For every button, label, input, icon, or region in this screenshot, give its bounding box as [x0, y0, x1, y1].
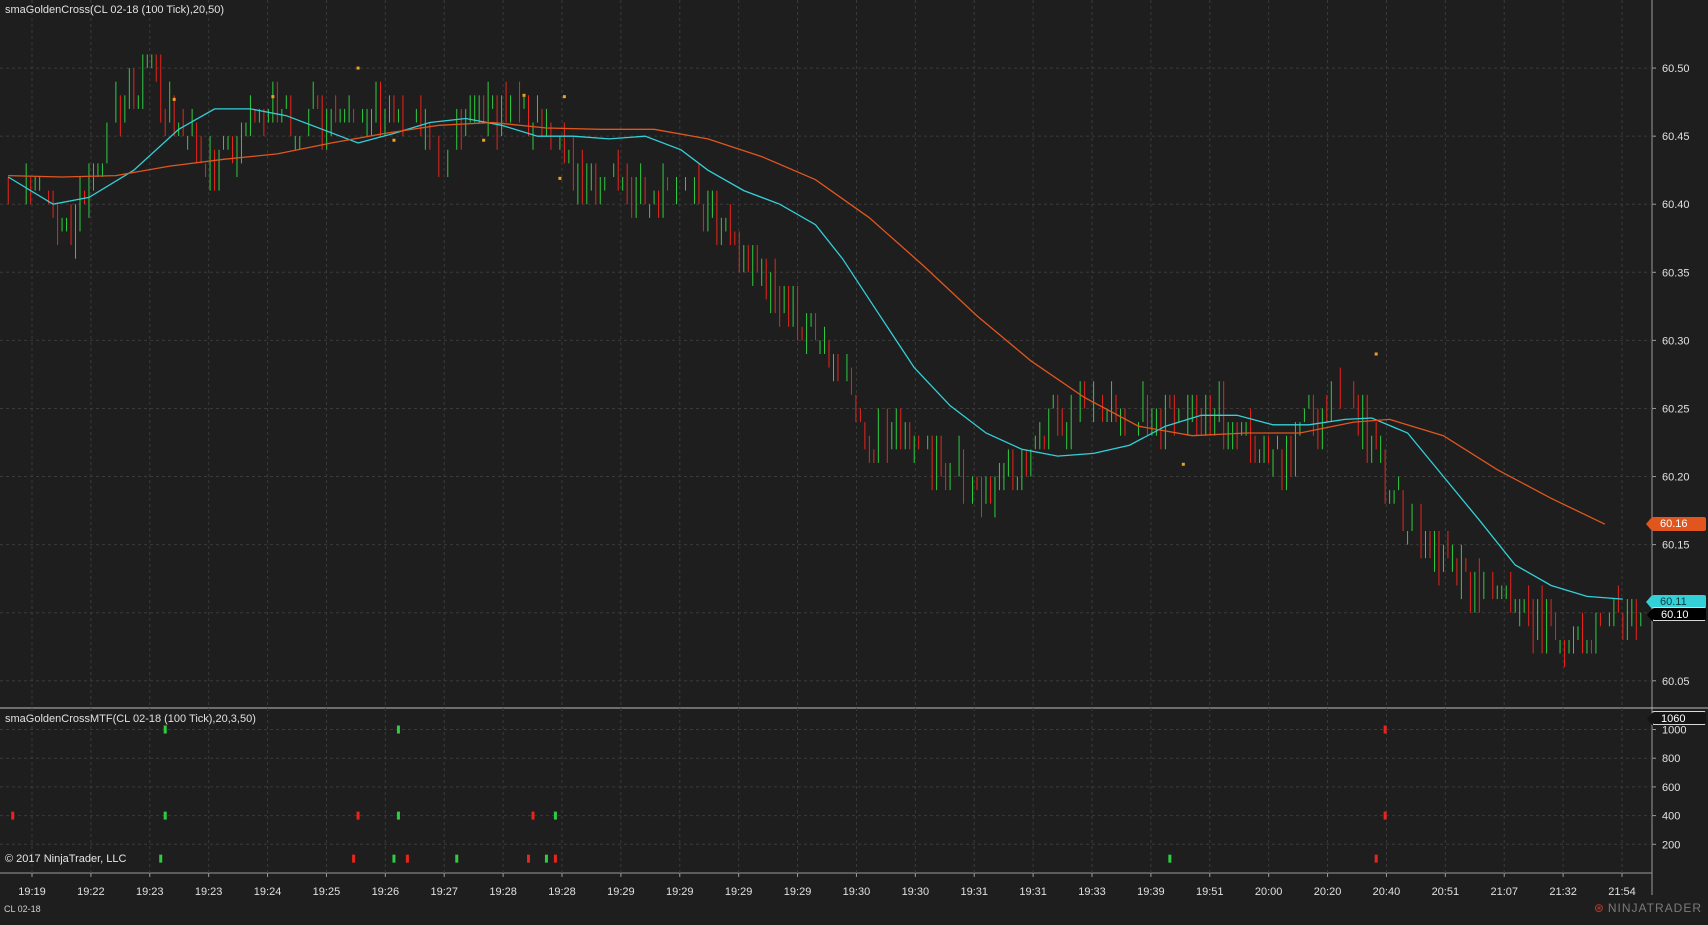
indicator-signal-marker: [527, 854, 531, 863]
indicator-signal-marker: [1383, 725, 1387, 734]
signal-dot: [1374, 352, 1378, 356]
indicator-signal-marker: [159, 854, 163, 863]
indicator-panel-title: smaGoldenCrossMTF(CL 02-18 (100 Tick),20…: [5, 713, 256, 725]
indicator-signal-marker: [1374, 854, 1378, 863]
indicator-signal-marker: [163, 811, 167, 820]
ninjatrader-logo: ⊛ NINJATRADER: [1594, 901, 1702, 915]
indicator-signal-marker: [356, 811, 360, 820]
instrument-label: CL 02-18: [4, 904, 41, 914]
indicator-tick-label: 400: [1662, 811, 1680, 823]
signal-dot: [562, 95, 566, 99]
indicator-value-badge: 1060: [1647, 711, 1706, 726]
time-tick-label: 19:31: [960, 886, 988, 898]
price-tick-label: 60.40: [1662, 199, 1690, 211]
time-tick-label: 19:30: [843, 886, 871, 898]
time-tick-label: 19:29: [666, 886, 694, 898]
time-tick-label: 20:20: [1314, 886, 1342, 898]
last-price-badge: 60.10: [1647, 607, 1706, 622]
indicator-signal-marker: [1168, 854, 1172, 863]
time-tick-label: 19:27: [430, 886, 458, 898]
indicator-signal-marker: [396, 811, 400, 820]
time-tick-label: 21:54: [1608, 886, 1636, 898]
chart-root: 19:19 19:22 19:23 19:23 19:24 19:25 19:26 19:27…: [0, 0, 1708, 920]
time-tick-label: 19:23: [136, 886, 164, 898]
chart-background: [0, 0, 1708, 920]
time-tick-label: 20:00: [1255, 886, 1283, 898]
signal-dot: [172, 97, 176, 101]
time-tick-label: 19:19: [18, 886, 46, 898]
copyright-text: © 2017 NinjaTrader, LLC: [5, 853, 127, 865]
indicator-signal-marker: [11, 811, 15, 820]
time-tick-label: 19:23: [195, 886, 223, 898]
signal-dot: [558, 176, 562, 180]
time-tick-label: 19:25: [313, 886, 341, 898]
price-tick-label: 60.15: [1662, 540, 1690, 552]
indicator-signal-marker: [553, 854, 557, 863]
indicator-signal-marker: [163, 725, 167, 734]
indicator-tick-label: 1000: [1662, 725, 1686, 737]
logo-text: NINJATRADER: [1607, 901, 1702, 915]
indicator-tick-label: 200: [1662, 839, 1680, 851]
signal-dot: [1181, 462, 1185, 466]
indicator-signal-marker: [455, 854, 459, 863]
price-tick-label: 60.50: [1662, 63, 1690, 75]
time-tick-label: 19:29: [607, 886, 635, 898]
chart-canvas[interactable]: 19:19 19:22 19:23 19:23 19:24 19:25 19:26 19:27…: [0, 0, 1708, 920]
time-tick-label: 19:28: [489, 886, 517, 898]
signal-dot: [356, 66, 360, 70]
indicator-signal-marker: [553, 811, 557, 820]
slow-sma-value-badge: 60.16: [1646, 517, 1706, 531]
price-tick-label: 60.05: [1662, 676, 1690, 688]
signal-dot: [392, 138, 396, 142]
indicator-signal-marker: [405, 854, 409, 863]
time-tick-label: 21:32: [1549, 886, 1577, 898]
indicator-signal-marker: [392, 854, 396, 863]
time-tick-label: 19:30: [902, 886, 930, 898]
time-tick-label: 19:29: [784, 886, 812, 898]
time-tick-label: 20:51: [1432, 886, 1460, 898]
indicator-tick-label: 800: [1662, 753, 1680, 765]
time-tick-label: 19:28: [548, 886, 576, 898]
time-tick-label: 20:40: [1373, 886, 1401, 898]
time-tick-label: 19:31: [1019, 886, 1047, 898]
price-tick-label: 60.20: [1662, 472, 1690, 484]
logo-mark-icon: ⊛: [1593, 901, 1605, 915]
price-tick-label: 60.30: [1662, 335, 1690, 347]
time-tick-label: 19:33: [1078, 886, 1106, 898]
signal-dot: [482, 138, 486, 142]
indicator-signal-marker: [1383, 811, 1387, 820]
indicator-signal-marker: [396, 725, 400, 734]
time-tick-label: 21:07: [1490, 886, 1518, 898]
price-tick-label: 60.35: [1662, 267, 1690, 279]
price-tick-label: 60.25: [1662, 403, 1690, 415]
time-tick-label: 19:39: [1137, 886, 1165, 898]
indicator-tick-label: 600: [1662, 782, 1680, 794]
main-panel-title: smaGoldenCross(CL 02-18 (100 Tick),20,50…: [5, 4, 225, 16]
indicator-signal-marker: [544, 854, 548, 863]
time-tick-label: 19:26: [372, 886, 400, 898]
indicator-signal-marker: [352, 854, 356, 863]
time-tick-label: 19:51: [1196, 886, 1224, 898]
price-tick-label: 60.45: [1662, 131, 1690, 143]
signal-dot: [271, 95, 275, 99]
time-tick-label: 19:22: [77, 886, 105, 898]
indicator-signal-marker: [531, 811, 535, 820]
time-tick-label: 19:24: [254, 886, 282, 898]
time-tick-label: 19:29: [725, 886, 753, 898]
signal-dot: [522, 93, 526, 97]
